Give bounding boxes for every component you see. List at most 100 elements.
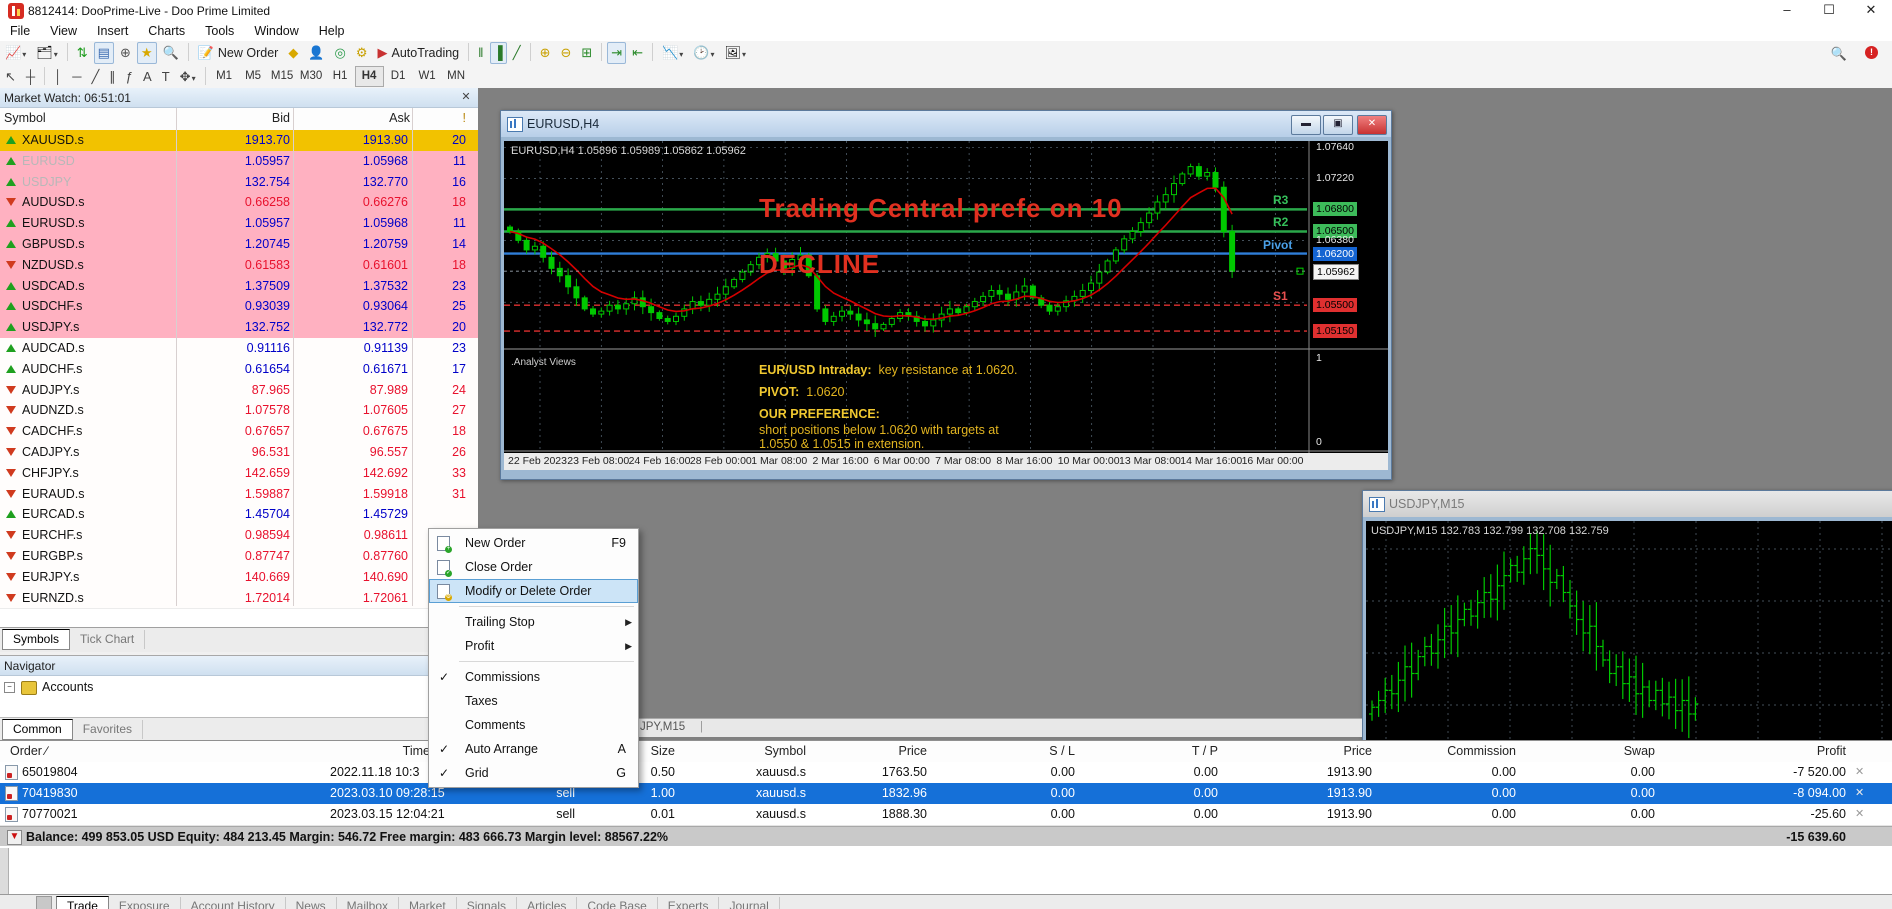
order-row[interactable]: 704198302023.03.10 09:28:15sell1.00xauus…	[0, 783, 1892, 805]
maximize-button[interactable]: ☐	[1808, 0, 1850, 22]
market-row[interactable]: NZDUSD.s0.615830.6160118	[0, 255, 478, 277]
terminal-tab-articles[interactable]: Articles	[517, 897, 577, 909]
line-chart-icon[interactable]: ╱	[509, 42, 525, 64]
profiles-icon[interactable]: 🗂▾	[32, 42, 62, 64]
market-row[interactable]: AUDJPY.s87.96587.98924	[0, 380, 478, 402]
terminal-tab-news[interactable]: News	[286, 897, 337, 909]
market-row[interactable]: EURAUD.s1.598871.5991831	[0, 484, 478, 506]
col-spread[interactable]: !	[440, 111, 466, 125]
menu-item-grid[interactable]: ✓GridG	[429, 761, 638, 785]
menu-file[interactable]: File	[0, 22, 40, 40]
close-position-icon[interactable]: ✕	[1855, 807, 1864, 820]
crosshair-icon[interactable]: ┼	[22, 66, 39, 88]
terminal-tab-signals[interactable]: Signals	[457, 897, 517, 909]
market-row[interactable]: USDCHF.s0.930390.9306425	[0, 296, 478, 318]
market-row[interactable]: AUDNZD.s1.075781.0760527	[0, 400, 478, 422]
col-bid[interactable]: Bid	[240, 111, 290, 125]
market-row[interactable]: CADCHF.s0.676570.6767518	[0, 421, 478, 443]
navigator-accounts-node[interactable]: −Accounts	[4, 680, 93, 700]
eurusd-h4-chart-window[interactable]: EURUSD,H4 ▬ ▣ ✕ EURUSD,H4 1.05896 1.0598…	[500, 110, 1392, 480]
menu-item-comments[interactable]: Comments	[429, 713, 638, 737]
terminal-tab-trade[interactable]: Trade	[56, 896, 109, 909]
signal-icon[interactable]: ◎	[331, 42, 350, 64]
menu-item-modify-or-delete-order[interactable]: ⚙Modify or Delete Order	[429, 579, 638, 603]
terminal-tab-code-base[interactable]: Code Base	[577, 897, 657, 909]
zoom-in-icon[interactable]: ⊕	[536, 42, 555, 64]
chart-shift-icon[interactable]: ⇤	[628, 42, 647, 64]
data-window-icon[interactable]: ▤	[94, 42, 114, 64]
autotrading-icon[interactable]: ▶AutoTrading	[374, 42, 464, 64]
usdjpy-m15-chart-window[interactable]: USDJPY,M15 USDJPY,M15 132.783 132.799 13…	[1362, 490, 1892, 740]
menu-view[interactable]: View	[40, 22, 87, 40]
auto-scroll-icon[interactable]: ⇥	[607, 42, 626, 64]
order-row[interactable]: 650198042022.11.18 10:30.50xauusd.s1763.…	[0, 762, 1892, 784]
market-row[interactable]: AUDCAD.s0.911160.9113923	[0, 338, 478, 360]
menu-help[interactable]: Help	[309, 22, 355, 40]
timeframe-h1[interactable]: H1	[326, 66, 355, 87]
header-tp[interactable]: T / P	[1085, 744, 1218, 758]
terminal-tab-experts[interactable]: Experts	[658, 897, 720, 909]
metaeditor-icon[interactable]: ◆	[284, 42, 302, 64]
header-swap[interactable]: Swap	[1525, 744, 1655, 758]
search-icon[interactable]: 🔍	[1827, 43, 1851, 65]
chart-tab-usdjpy[interactable]: JPY,M15	[640, 721, 685, 733]
arrows-icon[interactable]: ✥▾	[176, 66, 200, 88]
market-row[interactable]: EURUSD1.059571.0596811	[0, 151, 478, 173]
col-symbol[interactable]: Symbol	[4, 111, 46, 125]
menu-item-auto-arrange[interactable]: ✓Auto ArrangeA	[429, 737, 638, 761]
horizontal-line-icon[interactable]: ─	[68, 66, 85, 88]
indicators-icon[interactable]: 📉▾	[658, 42, 687, 64]
market-row[interactable]: USDJPY.s132.752132.77220	[0, 317, 478, 339]
market-row[interactable]: CADJPY.s96.53196.55726	[0, 442, 478, 464]
terminal-tab-mailbox[interactable]: Mailbox	[337, 897, 399, 909]
market-row[interactable]: CHFJPY.s142.659142.69233	[0, 463, 478, 485]
tab-favorites[interactable]: Favorites	[73, 720, 143, 739]
dropdown-caret-icon[interactable]: ▾	[54, 50, 58, 59]
periods-icon[interactable]: 🕑▾	[689, 42, 718, 64]
menu-item-trailing-stop[interactable]: Trailing Stop▶	[429, 610, 638, 634]
zoom-out-icon[interactable]: ⊖	[556, 42, 575, 64]
close-position-icon[interactable]: ✕	[1855, 786, 1864, 799]
menu-item-profit[interactable]: Profit▶	[429, 634, 638, 658]
menu-tools[interactable]: Tools	[195, 22, 244, 40]
tree-expand-icon[interactable]: −	[4, 682, 15, 693]
usdjpy-chart-canvas[interactable]	[1366, 521, 1892, 740]
col-ask[interactable]: Ask	[360, 111, 410, 125]
market-row[interactable]: USDCAD.s1.375091.3753223	[0, 276, 478, 298]
tile-windows-icon[interactable]: ⊞	[577, 42, 596, 64]
vertical-line-icon[interactable]: │	[50, 66, 66, 88]
label-icon[interactable]: T	[158, 66, 174, 88]
terminal-tab-journal[interactable]: Journal	[719, 897, 779, 909]
trendline-icon[interactable]: ╱	[87, 66, 103, 88]
notification-badge[interactable]: !	[1865, 46, 1878, 59]
tab-tick-chart[interactable]: Tick Chart	[70, 630, 145, 649]
market-row[interactable]: EURNZD.s1.720141.72061	[0, 588, 478, 610]
timeframe-m1[interactable]: M1	[210, 66, 239, 87]
dropdown-caret-icon[interactable]: ▾	[22, 50, 26, 59]
strategy-tester-icon[interactable]: 🔍	[159, 42, 183, 64]
menu-item-taxes[interactable]: Taxes	[429, 689, 638, 713]
timeframe-m5[interactable]: M5	[239, 66, 268, 87]
header-time[interactable]: Time	[330, 744, 430, 758]
market-row[interactable]: EURCAD.s1.457041.45729	[0, 504, 478, 526]
market-row[interactable]: GBPUSD.s1.207451.2075914	[0, 234, 478, 256]
candlestick-icon[interactable]: ▐	[490, 42, 507, 64]
tab-scroll-button[interactable]	[36, 896, 52, 909]
dropdown-caret-icon[interactable]: ▾	[710, 50, 714, 59]
dropdown-caret-icon[interactable]: ▾	[679, 50, 683, 59]
terminal-toggle-icon[interactable]: ★	[137, 42, 157, 64]
market-row[interactable]: EURGBP.s0.877470.87760	[0, 546, 478, 568]
menu-charts[interactable]: Charts	[138, 22, 195, 40]
market-row[interactable]: AUDUSD.s0.662580.6627618	[0, 192, 478, 214]
market-watch-toggle-icon[interactable]: ⇅	[73, 42, 92, 64]
menu-insert[interactable]: Insert	[87, 22, 138, 40]
tab-symbols[interactable]: Symbols	[2, 629, 70, 650]
templates-icon[interactable]: 🖼▾	[721, 42, 751, 64]
market-row[interactable]: USDJPY132.754132.77016	[0, 172, 478, 194]
header-order[interactable]: Order ∕	[10, 744, 48, 758]
new-order-icon[interactable]: 📝New Order	[194, 42, 283, 64]
market-row[interactable]: XAUUSD.s1913.701913.9020	[0, 130, 478, 152]
expert-icon[interactable]: 👤	[304, 42, 328, 64]
header-price[interactable]: Price	[816, 744, 927, 758]
chart-close-button[interactable]: ✕	[1357, 115, 1387, 135]
